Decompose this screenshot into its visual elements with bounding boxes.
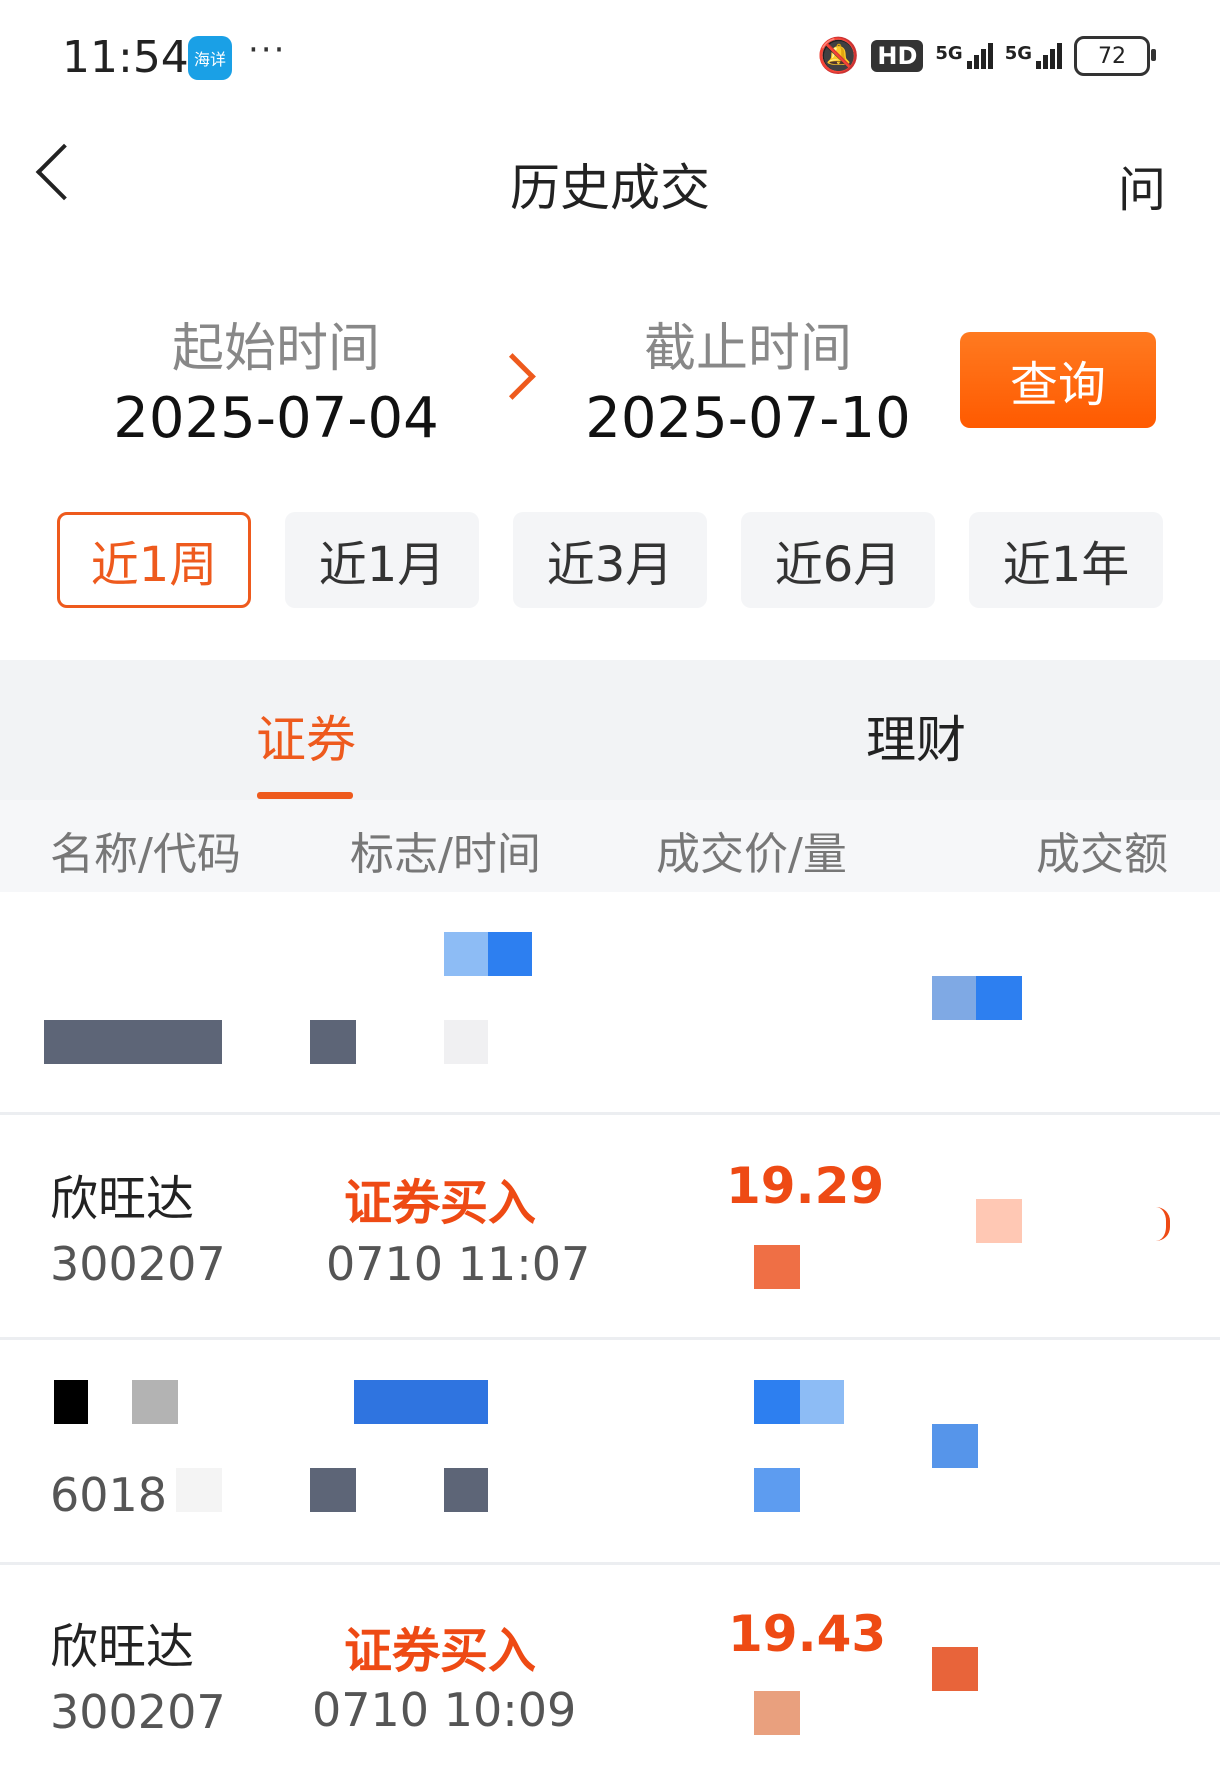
mosaic-block <box>132 1380 178 1424</box>
mosaic-block <box>932 976 976 1020</box>
mosaic-block <box>176 1468 222 1512</box>
signal-2-label: 5G <box>1004 43 1032 64</box>
start-date-value[interactable]: 2025-07-04 <box>96 386 456 451</box>
tab-wealth[interactable]: 理财 <box>866 700 966 772</box>
stock-code: 300207 <box>50 1237 226 1291</box>
tab-securities[interactable]: 证券 <box>256 700 356 772</box>
mosaic-block <box>754 1691 800 1735</box>
period-6-months[interactable]: 近6月 <box>741 512 935 608</box>
status-time: 11:54 <box>62 32 189 83</box>
trade-flag: 证券买入 <box>344 1623 537 1679</box>
status-icons: 🔕 HD 5G 5G 72 <box>817 36 1156 76</box>
mosaic-block <box>754 1380 800 1424</box>
signal-1-label: 5G <box>935 43 963 64</box>
period-1-year[interactable]: 近1年 <box>969 512 1163 608</box>
period-1-week[interactable]: 近1周 <box>57 512 251 608</box>
mosaic-block <box>444 932 488 976</box>
app-badge-icon: 海详 <box>188 36 232 80</box>
stock-name: 欣旺达 <box>50 1619 195 1675</box>
query-button[interactable]: 查询 <box>960 332 1156 428</box>
trade-price: 19.29 <box>726 1157 885 1215</box>
signal-icon-1: 5G <box>935 43 993 69</box>
mosaic-block <box>488 932 532 976</box>
mosaic-block <box>310 1020 356 1064</box>
chevron-right-icon <box>489 353 536 400</box>
trade-price: 19.43 <box>728 1605 887 1663</box>
mosaic-block <box>976 1199 1022 1243</box>
mosaic-block <box>932 1424 978 1468</box>
col-flag-time: 标志/时间 <box>350 829 541 880</box>
mosaic-block <box>800 1380 844 1424</box>
col-price-qty: 成交价/量 <box>656 829 847 880</box>
mosaic-fragment <box>1156 1207 1170 1241</box>
mosaic-block <box>444 1468 488 1512</box>
mosaic-block <box>310 1468 356 1512</box>
signal-icon-2: 5G <box>1005 43 1062 69</box>
more-notifications-icon: ··· <box>248 30 287 70</box>
col-name-code: 名称/代码 <box>50 829 241 880</box>
period-3-months[interactable]: 近3月 <box>513 512 707 608</box>
stock-name: 欣旺达 <box>50 1171 195 1227</box>
mosaic-block <box>754 1245 800 1289</box>
mosaic-block <box>754 1468 800 1512</box>
mosaic-block <box>54 1380 88 1424</box>
mosaic-block <box>444 1020 488 1064</box>
trade-flag: 证券买入 <box>344 1175 537 1231</box>
help-button[interactable]: 问 <box>1118 150 1166 220</box>
stock-code: 6018 <box>50 1468 168 1522</box>
tab-bar <box>0 660 1220 800</box>
end-date-label: 截止时间 <box>643 319 852 379</box>
end-date-value[interactable]: 2025-07-10 <box>568 386 928 451</box>
hd-icon: HD <box>871 40 924 72</box>
trade-time: 0710 10:09 <box>312 1683 577 1737</box>
mosaic-block <box>932 1647 978 1691</box>
stock-code: 300207 <box>50 1685 226 1739</box>
col-amount: 成交额 <box>1036 829 1168 880</box>
table-row-obscured-2[interactable]: 6018 <box>0 1340 1220 1562</box>
mute-bell-icon: 🔕 <box>817 36 860 76</box>
battery-icon: 72 <box>1074 36 1156 76</box>
trade-time: 0710 11:07 <box>326 1237 591 1291</box>
table-row[interactable]: 欣旺达 300207 证券买入 0710 10:09 19.43 <box>0 1565 1220 1778</box>
table-row[interactable]: 欣旺达 300207 证券买入 0710 11:07 19.29 <box>0 1115 1220 1337</box>
mosaic-block <box>354 1380 488 1424</box>
tab-active-indicator <box>257 792 353 799</box>
start-date-label: 起始时间 <box>171 319 380 379</box>
page-title: 历史成交 <box>510 159 710 217</box>
mosaic-block <box>976 976 1022 1020</box>
mosaic-block <box>44 1020 222 1064</box>
table-row-obscured-1[interactable] <box>0 892 1220 1112</box>
period-1-month[interactable]: 近1月 <box>285 512 479 608</box>
